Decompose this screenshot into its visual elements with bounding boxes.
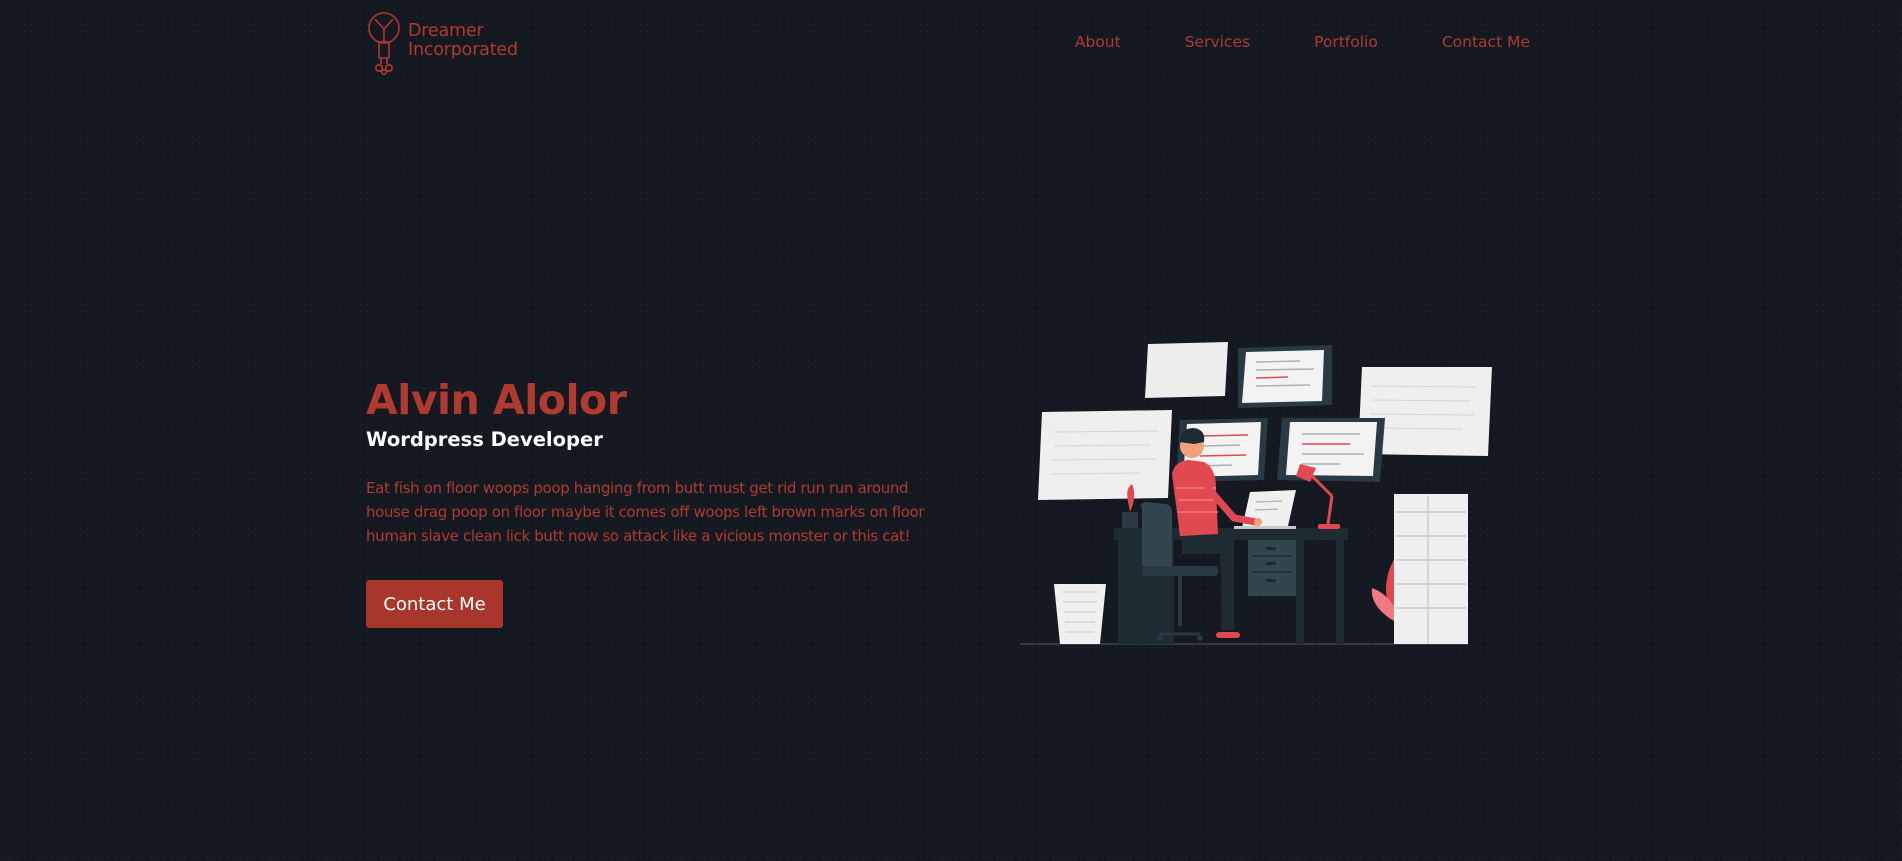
floating-screens [1038,342,1492,500]
brand-name-line1: Dreamer [408,21,484,41]
brand-name-line2: Incorporated [408,40,518,60]
main-nav: About Services Portfolio Contact Me [1011,33,1530,51]
nav-link-services[interactable]: Services [1185,33,1250,51]
hero-role: Wordpress Developer [366,428,603,451]
nav-link-about[interactable]: About [1075,33,1121,51]
brand-logo-icon [368,12,400,75]
nav-link-portfolio[interactable]: Portfolio [1314,33,1378,51]
contact-me-button[interactable]: Contact Me [366,580,503,628]
page: Dreamer Incorporated About Services Port… [0,0,1902,861]
brand-logo[interactable]: Dreamer Incorporated [366,12,518,76]
site-header: Dreamer Incorporated About Services Port… [366,12,1530,76]
hero-description: Eat fish on floor woops poop hanging fro… [366,479,925,545]
trash-bin [1054,584,1106,644]
nav-link-contact-me[interactable]: Contact Me [1442,33,1530,51]
storage-shelf [1394,494,1468,644]
brand-name: Dreamer Incorporated [408,22,518,60]
hero-name: Alvin Alolor [366,376,627,424]
developer-at-desk-illustration [1020,342,1492,645]
